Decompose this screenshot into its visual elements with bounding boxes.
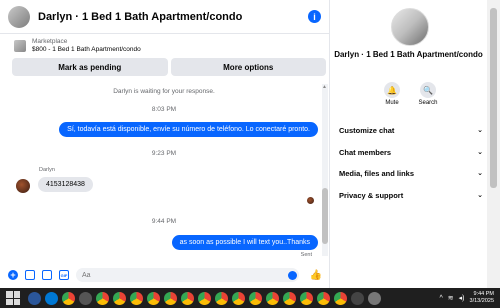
edge-icon[interactable] xyxy=(45,291,58,305)
app-icon[interactable] xyxy=(79,291,92,305)
sent-status: Sent xyxy=(300,252,312,258)
chrome-icon[interactable] xyxy=(96,291,109,305)
timestamp: 8:03 PM xyxy=(151,106,177,113)
clock[interactable]: 9:44 PM 3/13/2025 xyxy=(470,291,494,305)
chrome-icon[interactable] xyxy=(147,291,160,305)
conversation-title: Darlyn · 1 Bed 1 Bath Apartment/condo xyxy=(334,50,483,59)
section-privacy-support[interactable]: Privacy & support ⌄ xyxy=(339,186,483,204)
app-icon[interactable] xyxy=(368,291,381,305)
chrome-icon[interactable] xyxy=(317,291,330,305)
wifi-icon[interactable]: ≋ xyxy=(448,294,454,302)
photo-icon[interactable] xyxy=(25,270,35,280)
thread-scrollbar[interactable]: ▲ xyxy=(322,84,328,256)
chrome-icon[interactable] xyxy=(215,291,228,305)
mark-as-pending-button[interactable]: Mark as pending xyxy=(12,58,168,76)
app-icon[interactable] xyxy=(28,291,41,305)
app-icon[interactable] xyxy=(351,291,364,305)
section-customize-chat[interactable]: Customize chat ⌄ xyxy=(339,121,483,139)
info-icon[interactable]: i xyxy=(308,10,321,23)
composer: + GIF 👍 xyxy=(0,265,330,285)
chrome-icon[interactable] xyxy=(300,291,313,305)
section-chat-members[interactable]: Chat members ⌄ xyxy=(339,143,483,161)
chrome-icon[interactable] xyxy=(62,291,75,305)
details-pane: Darlyn · 1 Bed 1 Bath Apartment/condo 🔔 … xyxy=(331,0,486,288)
timestamp: 9:23 PM xyxy=(151,150,177,157)
listing-title: $800 - 1 Bed 1 Bath Apartment/condo xyxy=(32,46,141,53)
chat-header: Darlyn · 1 Bed 1 Bath Apartment/condo i xyxy=(0,0,329,34)
waiting-note: Darlyn is waiting for your response. xyxy=(113,88,215,95)
start-button[interactable] xyxy=(6,291,20,305)
avatar[interactable] xyxy=(16,179,30,193)
seen-avatar xyxy=(307,197,314,204)
chrome-icon[interactable] xyxy=(113,291,126,305)
chrome-icon[interactable] xyxy=(249,291,262,305)
sender-name: Darlyn xyxy=(39,167,55,173)
chat-title[interactable]: Darlyn · 1 Bed 1 Bath Apartment/condo xyxy=(38,11,308,23)
scroll-up-arrow-icon[interactable]: ▲ xyxy=(322,84,327,90)
messenger-app: Darlyn · 1 Bed 1 Bath Apartment/condo i … xyxy=(0,0,500,288)
chrome-icon[interactable] xyxy=(198,291,211,305)
plus-icon[interactable]: + xyxy=(8,270,18,280)
chrome-icon[interactable] xyxy=(232,291,245,305)
avatar[interactable] xyxy=(8,5,30,28)
like-icon[interactable]: 👍 xyxy=(310,270,322,281)
chevron-down-icon: ⌄ xyxy=(477,127,483,134)
mute-label: Mute xyxy=(385,100,399,106)
message-thread: Darlyn is waiting for your response. 8:0… xyxy=(8,80,320,260)
chrome-icon[interactable] xyxy=(334,291,347,305)
taskbar-apps xyxy=(28,291,381,305)
chrome-icon[interactable] xyxy=(283,291,296,305)
chevron-down-icon: ⌄ xyxy=(477,149,483,156)
marketplace-source: Marketplace xyxy=(32,38,68,45)
section-media-files[interactable]: Media, files and links ⌄ xyxy=(339,164,483,182)
chevron-down-icon: ⌄ xyxy=(477,192,483,199)
mute-button[interactable]: 🔔 Mute xyxy=(377,82,407,106)
search-button[interactable]: 🔍 Search xyxy=(413,82,443,106)
search-icon: 🔍 xyxy=(420,82,436,98)
incoming-message[interactable]: 4153128438 xyxy=(38,177,93,192)
scroll-thumb[interactable] xyxy=(322,188,328,244)
scroll-thumb[interactable] xyxy=(490,8,497,188)
chevron-up-icon[interactable]: ^ xyxy=(440,295,443,302)
avatar[interactable] xyxy=(391,8,429,46)
outgoing-message[interactable]: as soon as possible I will text you..Tha… xyxy=(171,235,318,250)
bell-icon: 🔔 xyxy=(384,82,400,98)
page-scrollbar[interactable] xyxy=(487,0,500,288)
timestamp: 9:44 PM xyxy=(151,218,177,225)
chrome-icon[interactable] xyxy=(130,291,143,305)
message-input[interactable] xyxy=(76,268,299,282)
sticker-icon[interactable] xyxy=(42,270,52,280)
volume-icon[interactable]: ◂) xyxy=(459,294,465,302)
chrome-icon[interactable] xyxy=(164,291,177,305)
gif-icon[interactable]: GIF xyxy=(59,270,69,280)
chrome-icon[interactable] xyxy=(266,291,279,305)
marketplace-banner[interactable]: Marketplace $800 - 1 Bed 1 Bath Apartmen… xyxy=(8,35,328,57)
chat-pane: Darlyn · 1 Bed 1 Bath Apartment/condo i … xyxy=(0,0,330,288)
outgoing-message[interactable]: Sí, todavía está disponible, envíe su nú… xyxy=(59,122,318,137)
listing-actions: Mark as pending More options xyxy=(12,58,326,76)
search-label: Search xyxy=(418,100,438,106)
chevron-down-icon: ⌄ xyxy=(477,170,483,177)
more-options-button[interactable]: More options xyxy=(170,58,326,76)
system-tray: ^ ≋ ◂) 9:44 PM 3/13/2025 xyxy=(440,288,495,308)
chrome-icon[interactable] xyxy=(181,291,194,305)
emoji-icon[interactable] xyxy=(287,270,297,280)
listing-thumbnail xyxy=(14,40,26,52)
taskbar: ^ ≋ ◂) 9:44 PM 3/13/2025 xyxy=(0,288,500,308)
